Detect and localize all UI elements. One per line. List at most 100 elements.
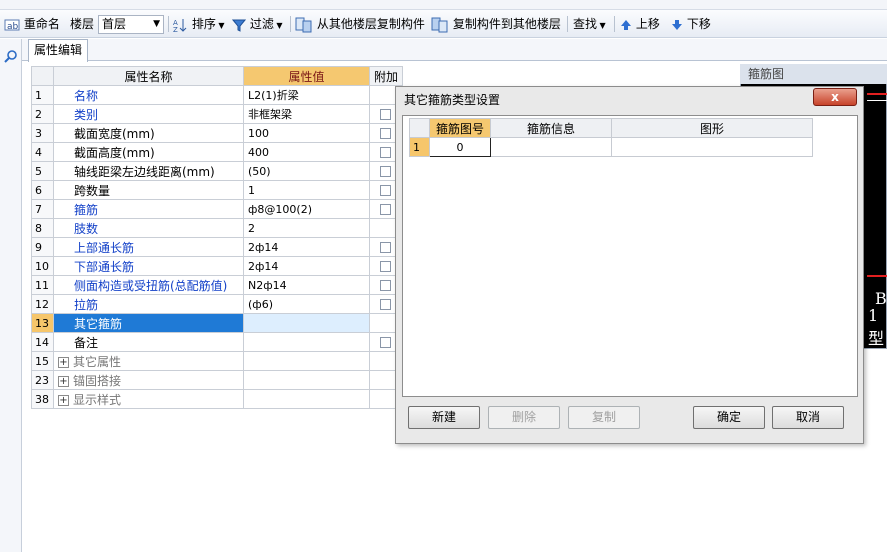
move-up-label: 上移 <box>635 17 660 31</box>
copy-to-floor-button[interactable]: 复制构件到其他楼层 <box>431 14 561 34</box>
table-row[interactable]: 15 + 其它属性 <box>31 351 404 371</box>
property-name[interactable]: + 其它属性 <box>53 351 244 371</box>
property-value[interactable] <box>243 389 370 409</box>
rename-button[interactable]: ab 重命名 <box>4 14 60 34</box>
tab-property-edit[interactable]: 属性编辑 <box>28 39 88 62</box>
property-name[interactable]: 上部通长筋 <box>53 237 244 257</box>
property-value[interactable]: (ф6) <box>243 294 370 314</box>
preview-red-line <box>867 275 887 277</box>
extra-checkbox[interactable] <box>380 109 391 120</box>
left-tool-strip <box>0 39 22 552</box>
table-row[interactable]: 9 上部通长筋 2ф14 <box>31 237 404 257</box>
move-up-button[interactable]: 上移 <box>620 14 660 34</box>
table-row[interactable]: 12 拉筋 (ф6) <box>31 294 404 314</box>
expand-icon[interactable]: + <box>58 375 69 387</box>
column-header-shape-no[interactable]: 箍筋图号 <box>429 118 491 138</box>
property-name[interactable]: 箍筋 <box>53 199 244 219</box>
grid-corner <box>31 66 54 86</box>
property-name[interactable]: 类别 <box>53 104 244 124</box>
extra-checkbox[interactable] <box>380 280 391 291</box>
property-value[interactable] <box>243 313 370 333</box>
property-name-label: 类别 <box>74 107 99 122</box>
property-value[interactable]: 非框架梁 <box>243 104 370 124</box>
new-button[interactable]: 新建 <box>408 406 480 429</box>
expand-icon[interactable]: + <box>58 356 69 368</box>
property-name[interactable]: + 锚固搭接 <box>53 370 244 390</box>
table-row[interactable]: 38 + 显示样式 <box>31 389 404 409</box>
property-name[interactable]: 轴线距梁左边线距离(mm) <box>53 161 244 181</box>
property-name[interactable]: 截面高度(mm) <box>53 142 244 162</box>
extra-checkbox[interactable] <box>380 337 391 348</box>
property-name[interactable]: 名称 <box>53 85 244 105</box>
table-row[interactable]: 1 0 <box>409 137 813 157</box>
table-row[interactable]: 2 类别 非框架梁 <box>31 104 404 124</box>
figure-cell[interactable] <box>611 137 813 157</box>
cancel-button[interactable]: 取消 <box>772 406 844 429</box>
sort-button[interactable]: AZ 排序 ▼ <box>172 14 225 34</box>
property-value[interactable]: 2ф14 <box>243 237 370 257</box>
expand-icon[interactable]: + <box>58 394 69 406</box>
property-value[interactable]: 100 <box>243 123 370 143</box>
property-value[interactable]: (50) <box>243 161 370 181</box>
property-value[interactable]: 2ф14 <box>243 256 370 276</box>
property-name[interactable]: 其它箍筋 <box>53 313 244 333</box>
extra-checkbox[interactable] <box>380 185 391 196</box>
copy-from-floor-button[interactable]: 从其他楼层复制构件 <box>295 14 425 34</box>
property-name[interactable]: 侧面构造或受扭筋(总配筋值) <box>53 275 244 295</box>
table-row[interactable]: 11 侧面构造或受扭筋(总配筋值) N2ф14 <box>31 275 404 295</box>
property-name[interactable]: 下部通长筋 <box>53 256 244 276</box>
extra-checkbox[interactable] <box>380 242 391 253</box>
find-button[interactable]: 查找 ▼ <box>573 14 606 34</box>
column-header-value[interactable]: 属性值 <box>243 66 370 86</box>
column-header-name[interactable]: 属性名称 <box>53 66 244 86</box>
property-value[interactable]: 1 <box>243 180 370 200</box>
ok-button[interactable]: 确定 <box>693 406 765 429</box>
column-header-info[interactable]: 箍筋信息 <box>490 118 612 138</box>
property-value[interactable] <box>243 351 370 371</box>
info-cell[interactable] <box>490 137 612 157</box>
table-row[interactable]: 10 下部通长筋 2ф14 <box>31 256 404 276</box>
filter-button[interactable]: 过滤 ▼ <box>232 14 283 34</box>
shape-no-cell[interactable]: 0 <box>429 137 491 157</box>
property-name[interactable]: 截面宽度(mm) <box>53 123 244 143</box>
property-name[interactable]: 备注 <box>53 332 244 352</box>
search-icon[interactable] <box>3 49 18 64</box>
property-value[interactable]: N2ф14 <box>243 275 370 295</box>
delete-button[interactable]: 删除 <box>488 406 560 429</box>
column-header-extra[interactable]: 附加 <box>368 66 404 86</box>
extra-checkbox[interactable] <box>380 166 391 177</box>
property-name[interactable]: 跨数量 <box>53 180 244 200</box>
separator <box>614 16 615 32</box>
table-row[interactable]: 14 备注 <box>31 332 404 352</box>
move-down-button[interactable]: 下移 <box>671 14 711 34</box>
table-row[interactable]: 23 + 锚固搭接 <box>31 370 404 390</box>
column-header-figure[interactable]: 图形 <box>611 118 813 138</box>
table-row[interactable]: 3 截面宽度(mm) 100 <box>31 123 404 143</box>
floor-select[interactable]: 首层 ▼ <box>98 15 164 34</box>
arrow-up-icon <box>621 19 631 30</box>
copy-button[interactable]: 复制 <box>568 406 640 429</box>
property-value[interactable]: ф8@100(2) <box>243 199 370 219</box>
property-name[interactable]: 肢数 <box>53 218 244 238</box>
extra-checkbox[interactable] <box>380 261 391 272</box>
extra-checkbox[interactable] <box>380 204 391 215</box>
property-value[interactable] <box>243 370 370 390</box>
table-row[interactable]: 13 其它箍筋 <box>31 313 404 333</box>
table-row[interactable]: 8 肢数 2 <box>31 218 404 238</box>
property-name[interactable]: + 显示样式 <box>53 389 244 409</box>
table-row[interactable]: 6 跨数量 1 <box>31 180 404 200</box>
table-row[interactable]: 1 名称 L2(1)折梁 <box>31 85 404 105</box>
table-row[interactable]: 4 截面高度(mm) 400 <box>31 142 404 162</box>
extra-checkbox[interactable] <box>380 128 391 139</box>
property-name[interactable]: 拉筋 <box>53 294 244 314</box>
close-button[interactable]: x <box>813 88 857 106</box>
property-value[interactable]: L2(1)折梁 <box>243 85 370 105</box>
row-number: 10 <box>31 256 54 276</box>
property-value[interactable] <box>243 332 370 352</box>
property-value[interactable]: 400 <box>243 142 370 162</box>
property-value[interactable]: 2 <box>243 218 370 238</box>
extra-checkbox[interactable] <box>380 147 391 158</box>
extra-checkbox[interactable] <box>380 299 391 310</box>
table-row[interactable]: 7 箍筋 ф8@100(2) <box>31 199 404 219</box>
table-row[interactable]: 5 轴线距梁左边线距离(mm) (50) <box>31 161 404 181</box>
